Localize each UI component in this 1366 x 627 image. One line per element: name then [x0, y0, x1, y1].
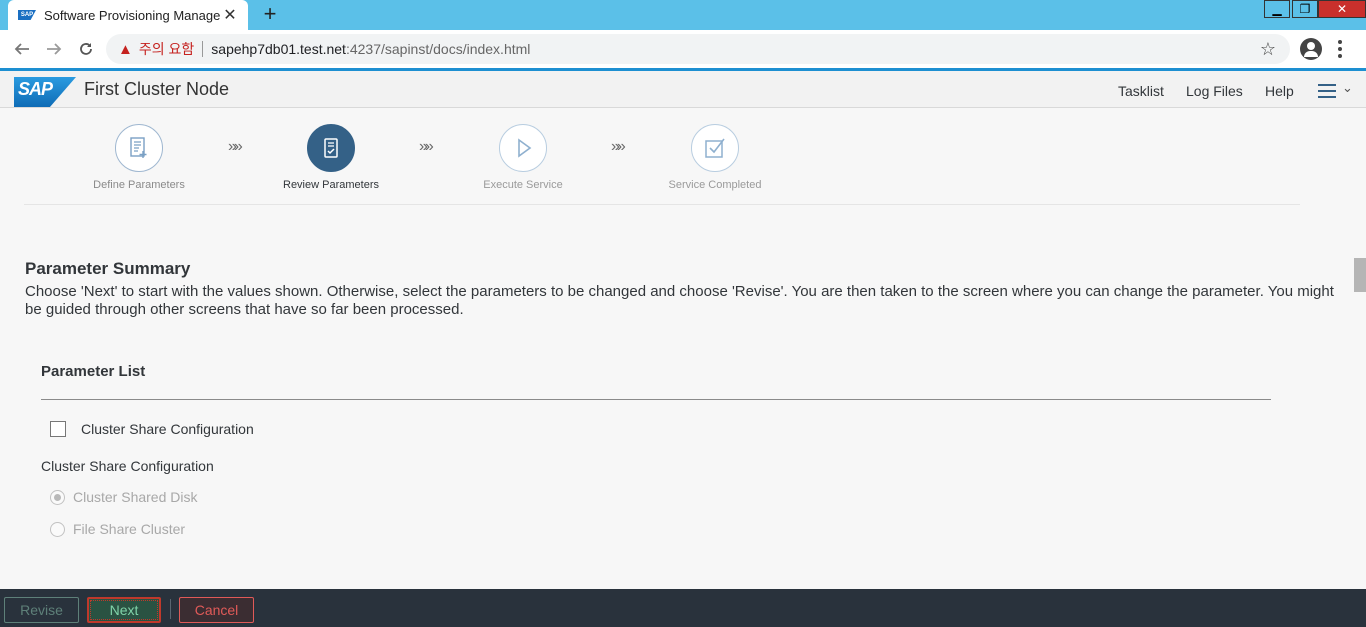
radio-label: File Share Cluster — [73, 521, 186, 537]
summary-description: Choose 'Next' to start with the values s… — [25, 283, 1334, 318]
back-arrow-icon — [14, 43, 29, 55]
step-separator-icon: »» — [228, 138, 243, 155]
radio-button[interactable] — [50, 521, 65, 537]
log-files-link[interactable]: Log Files — [1186, 83, 1243, 99]
cluster-share-configuration-checkbox-row[interactable]: Cluster Share Configuration — [50, 421, 254, 437]
define-parameters-icon — [115, 124, 163, 172]
page-title: Parameter Summary — [25, 259, 191, 278]
step-separator-icon: »» — [419, 138, 434, 155]
step-service-completed[interactable]: Service Completed — [635, 124, 795, 191]
radio-cluster-shared-disk[interactable]: Cluster Shared Disk — [50, 489, 198, 505]
review-parameters-icon — [307, 124, 355, 172]
step-label: Review Parameters — [283, 179, 379, 191]
footer-divider — [170, 599, 171, 619]
new-tab-button[interactable]: + — [258, 3, 282, 27]
forward-arrow-icon — [47, 43, 62, 55]
parameter-list-heading: Parameter List — [41, 363, 146, 380]
next-button[interactable]: Next — [87, 597, 161, 623]
radio-label: Cluster Shared Disk — [73, 489, 198, 505]
sap-favicon-icon: SAP — [18, 10, 36, 20]
url-path: :4237/sapinst/docs/index.html — [345, 41, 531, 57]
browser-menu-icon[interactable] — [1334, 38, 1346, 60]
cluster-share-configuration-checkbox[interactable] — [50, 421, 66, 437]
wizard-roadmap: Define Parameters »» Review Parameters »… — [24, 108, 1300, 211]
browser-tab[interactable]: SAP Software Provisioning Manager ✕ — [8, 0, 248, 30]
warning-triangle-icon: ▲ — [118, 40, 133, 58]
step-separator-icon: »» — [611, 138, 626, 155]
help-link[interactable]: Help — [1265, 83, 1294, 99]
tab-close-icon[interactable]: ✕ — [220, 5, 240, 25]
step-define-parameters[interactable]: Define Parameters — [59, 124, 219, 191]
scrollbar-thumb[interactable] — [1354, 258, 1366, 292]
window-close-button[interactable]: ✕ — [1318, 0, 1366, 18]
address-bar[interactable]: ▲ 주의 요함 sapehp7db01.test.net:4237/sapins… — [106, 34, 1290, 64]
window-maximize-button[interactable]: ❐ — [1292, 0, 1318, 18]
browser-tab-strip: SAP Software Provisioning Manager ✕ + ▁ … — [0, 0, 1366, 30]
step-execute-service[interactable]: Execute Service — [443, 124, 603, 191]
list-divider — [41, 399, 1271, 400]
browser-toolbar: ▲ 주의 요함 sapehp7db01.test.net:4237/sapins… — [0, 30, 1366, 68]
browser-tab-title: Software Provisioning Manager — [44, 7, 220, 23]
step-review-parameters[interactable]: Review Parameters — [251, 124, 411, 211]
window-minimize-button[interactable]: ▁ — [1264, 0, 1290, 18]
reload-icon — [80, 43, 92, 55]
forward-button[interactable] — [38, 33, 70, 65]
step-label: Execute Service — [483, 179, 563, 191]
hamburger-menu-icon[interactable] — [1318, 84, 1336, 98]
checkbox-label: Cluster Share Configuration — [81, 421, 254, 437]
checkmark-icon — [691, 124, 739, 172]
security-warning-label[interactable]: 주의 요함 — [139, 39, 194, 59]
sap-shell-bar: SAP First Cluster Node Tasklist Log File… — [0, 68, 1366, 108]
chevron-down-icon[interactable]: ⌄ — [1342, 80, 1353, 96]
revise-button[interactable]: Revise — [4, 597, 79, 623]
step-label: Define Parameters — [93, 179, 185, 191]
main-content: Parameter Summary Choose 'Next' to start… — [0, 205, 1354, 589]
footer-toolbar: Revise Next Cancel — [0, 589, 1366, 627]
sap-logo: SAP — [14, 77, 76, 107]
url-separator — [202, 41, 204, 57]
vertical-scrollbar[interactable] — [1354, 108, 1366, 548]
profile-avatar-icon[interactable] — [1300, 38, 1322, 60]
cancel-button[interactable]: Cancel — [179, 597, 254, 623]
url-host: sapehp7db01.test.net — [211, 41, 346, 57]
play-icon — [499, 124, 547, 172]
radio-group-label: Cluster Share Configuration — [41, 458, 214, 474]
tasklist-link[interactable]: Tasklist — [1118, 83, 1164, 99]
bookmark-star-icon[interactable]: ☆ — [1260, 39, 1276, 60]
back-button[interactable] — [6, 33, 38, 65]
reload-button[interactable] — [70, 33, 102, 65]
step-label: Service Completed — [668, 179, 762, 191]
radio-button-selected[interactable] — [50, 489, 65, 505]
app-title: First Cluster Node — [84, 79, 230, 99]
radio-file-share-cluster[interactable]: File Share Cluster — [50, 521, 185, 537]
